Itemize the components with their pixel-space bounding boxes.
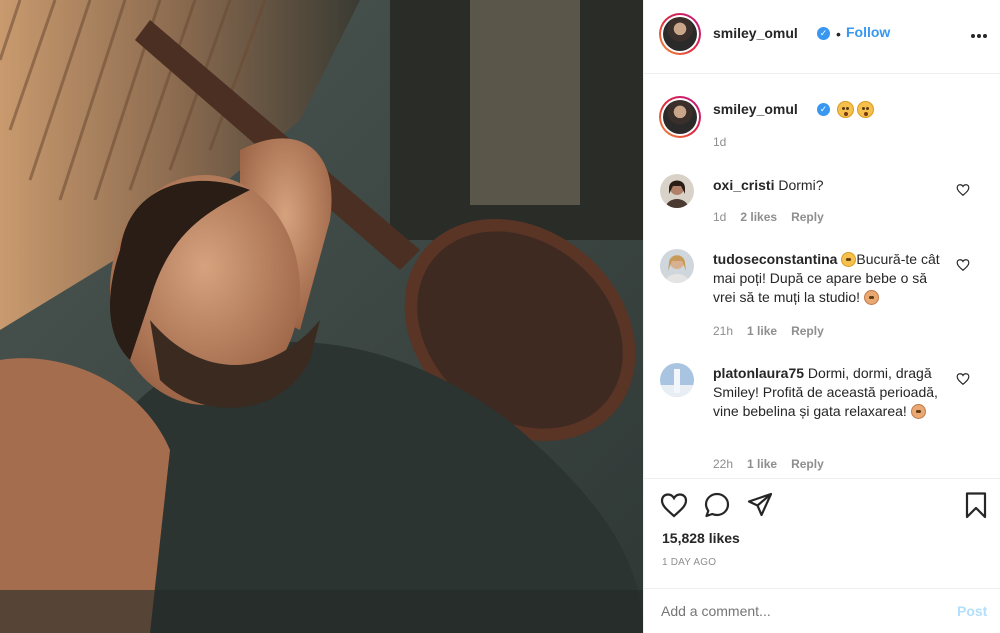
separator-dot: • xyxy=(836,26,841,42)
baby-face-emoji-icon xyxy=(863,290,879,305)
post-actions: 15,828 likes 1 DAY AGO Post xyxy=(644,478,1000,633)
reply-button[interactable]: Reply xyxy=(791,324,824,338)
post-side-panel: smiley_omul ✓ • Follow smiley_omul ✓ 1d xyxy=(643,0,1000,633)
baby-face-emoji-icon xyxy=(910,404,926,419)
comment-likes[interactable]: 1 like xyxy=(747,324,777,338)
laughing-face-emoji-icon xyxy=(841,252,857,267)
header-username[interactable]: smiley_omul xyxy=(713,25,798,41)
comment-meta: 1d 2 likes Reply xyxy=(713,210,824,224)
follow-button[interactable]: Follow xyxy=(846,24,890,40)
like-heart-icon[interactable] xyxy=(660,491,688,519)
comment-text: platonlaura75 Dormi, dormi, dragă Smiley… xyxy=(713,364,953,421)
like-comment-heart-icon[interactable] xyxy=(956,372,970,386)
avatar[interactable] xyxy=(659,13,701,55)
sleeping-face-emoji-icon xyxy=(857,101,874,118)
comment-avatar[interactable] xyxy=(660,174,694,208)
comment-input[interactable] xyxy=(661,603,931,619)
comment-likes[interactable]: 2 likes xyxy=(740,210,777,224)
comment-time[interactable]: 21h xyxy=(713,324,733,338)
share-paper-plane-icon[interactable] xyxy=(746,491,774,519)
post-photo[interactable] xyxy=(0,0,643,633)
comment-avatar[interactable] xyxy=(660,249,694,283)
comment-username[interactable]: oxi_cristi xyxy=(713,177,774,193)
post-age[interactable]: 1 DAY AGO xyxy=(662,557,716,568)
save-bookmark-icon[interactable] xyxy=(962,491,990,519)
caption-timestamp[interactable]: 1d xyxy=(713,135,726,149)
more-horizontal-icon[interactable] xyxy=(969,28,989,44)
comment-time[interactable]: 1d xyxy=(713,210,726,224)
instagram-post: smiley_omul ✓ • Follow smiley_omul ✓ 1d xyxy=(0,0,1000,633)
like-comment-heart-icon[interactable] xyxy=(956,258,970,272)
comment-username[interactable]: tudoseconstantina xyxy=(713,251,837,267)
reply-button[interactable]: Reply xyxy=(791,210,824,224)
post-header: smiley_omul ✓ • Follow xyxy=(644,0,1000,74)
caption-avatar[interactable] xyxy=(659,96,701,138)
comment-likes[interactable]: 1 like xyxy=(747,457,777,471)
caption-username[interactable]: smiley_omul xyxy=(713,101,798,117)
comment-text: oxi_cristi Dormi? xyxy=(713,176,953,195)
comment-username[interactable]: platonlaura75 xyxy=(713,365,804,381)
like-comment-heart-icon[interactable] xyxy=(956,183,970,197)
comment-meta: 21h 1 like Reply xyxy=(713,324,824,338)
post-photo-illustration xyxy=(0,0,643,633)
comment-bubble-icon[interactable] xyxy=(703,491,731,519)
post-comment-button[interactable]: Post xyxy=(957,603,987,619)
reply-button[interactable]: Reply xyxy=(791,457,824,471)
comment-text: tudoseconstantina Bucură-te cât mai poți… xyxy=(713,250,953,307)
likes-count[interactable]: 15,828 likes xyxy=(662,530,740,546)
verified-badge-icon: ✓ xyxy=(817,27,830,40)
sleepy-face-emoji-icon xyxy=(837,101,854,118)
add-comment-bar: Post xyxy=(644,588,1000,633)
comment-meta: 22h 1 like Reply xyxy=(713,457,824,471)
comment-body: Dormi? xyxy=(778,177,824,193)
comment-time[interactable]: 22h xyxy=(713,457,733,471)
verified-badge-icon: ✓ xyxy=(817,103,830,116)
comment-avatar[interactable] xyxy=(660,363,694,397)
